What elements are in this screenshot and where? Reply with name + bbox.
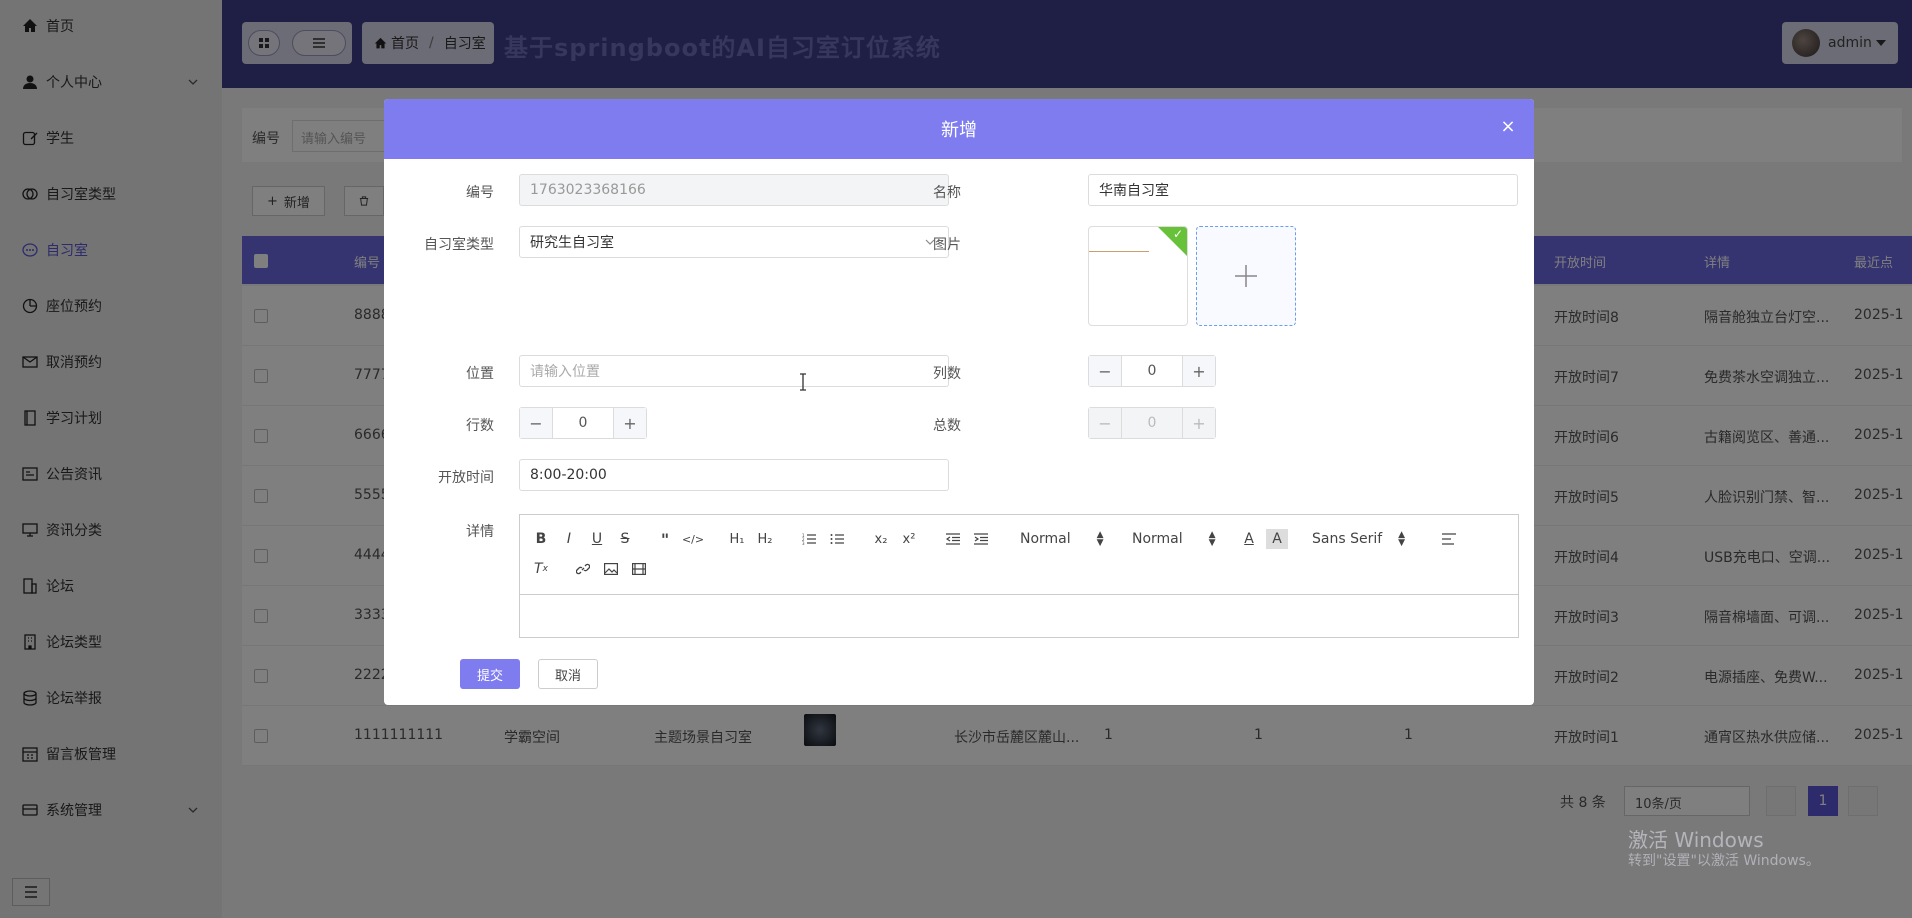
increment-button: + (1183, 408, 1215, 438)
header-format-value: Normal (1020, 531, 1071, 547)
align-icon[interactable] (1438, 529, 1460, 549)
font-color-icon[interactable]: A (1238, 529, 1260, 549)
dialog-header: 新增 (384, 99, 1534, 159)
text-cursor-icon (800, 373, 806, 391)
link-icon[interactable] (572, 559, 594, 579)
bold-icon[interactable]: B (530, 529, 552, 549)
open-time-label: 开放时间 (438, 470, 494, 486)
open-time-input[interactable]: 8:00-20:00 (519, 459, 949, 491)
columns-label: 列数 (933, 366, 961, 382)
increment-button[interactable]: + (614, 408, 646, 438)
svg-text:3: 3 (802, 541, 805, 545)
decrement-button[interactable]: − (1089, 356, 1121, 386)
windows-activation-hint: 转到"设置"以激活 Windows。 (1628, 853, 1820, 869)
decrement-button: − (1089, 408, 1121, 438)
superscript-icon[interactable]: x² (898, 529, 920, 549)
detail-label: 详情 (466, 524, 494, 540)
heading2-icon[interactable]: H₂ (754, 529, 776, 549)
updown-icon: ▲ ▼ (1398, 530, 1406, 548)
columns-value[interactable]: 0 (1121, 356, 1183, 386)
room-type-label: 自习室类型 (424, 237, 494, 253)
image-preview (1089, 251, 1149, 252)
updown-icon: ▲ ▼ (1096, 530, 1104, 548)
rows-value[interactable]: 0 (552, 408, 614, 438)
editor-toolbar: B I U S " </> H₁ H₂ 123 x₂ x² Normal ▲ ▼… (520, 515, 1518, 595)
rows-stepper[interactable]: − 0 + (519, 407, 647, 439)
upload-success-badge (1155, 227, 1187, 259)
name-input[interactable]: 华南自习室 (1088, 174, 1518, 206)
add-dialog: 新增 × 编号 1763023368166 名称 华南自习室 自习室类型 研究生… (384, 99, 1534, 705)
font-family-select[interactable]: Sans Serif ▲ ▼ (1312, 530, 1406, 548)
ordered-list-icon[interactable]: 123 (798, 529, 820, 549)
dialog-title: 新增 (941, 120, 977, 141)
subscript-icon[interactable]: x₂ (870, 529, 892, 549)
increment-button[interactable]: + (1183, 356, 1215, 386)
plus-icon (1235, 265, 1257, 287)
font-family-value: Sans Serif (1312, 531, 1383, 547)
name-label: 名称 (933, 185, 961, 201)
outdent-icon[interactable] (942, 529, 964, 549)
decrement-button[interactable]: − (520, 408, 552, 438)
italic-icon[interactable]: I (558, 529, 580, 549)
total-label: 总数 (933, 418, 961, 434)
windows-activation-watermark: 激活 Windows (1628, 828, 1764, 852)
rich-text-editor: B I U S " </> H₁ H₂ 123 x₂ x² Normal ▲ ▼… (519, 514, 1519, 638)
blockquote-icon[interactable]: " (654, 529, 676, 549)
check-icon: ✓ (1172, 227, 1183, 241)
underline-icon[interactable]: U (586, 529, 608, 549)
background-color-icon[interactable]: A (1266, 529, 1288, 549)
total-stepper: − 0 + (1088, 407, 1216, 439)
video-icon[interactable] (628, 559, 650, 579)
code-label: 编号 (466, 185, 494, 201)
uploaded-image[interactable]: ✓ (1088, 226, 1188, 326)
clear-format-icon[interactable]: Tx (530, 559, 552, 579)
image-icon[interactable] (600, 559, 622, 579)
header-format-select[interactable]: Normal ▲ ▼ (1020, 530, 1104, 548)
cancel-button[interactable]: 取消 (538, 659, 598, 689)
strikethrough-icon[interactable]: S (614, 529, 636, 549)
rows-label: 行数 (466, 418, 494, 434)
room-type-value: 研究生自习室 (530, 235, 614, 251)
code-block-icon[interactable]: </> (682, 529, 704, 549)
heading1-icon[interactable]: H₁ (726, 529, 748, 549)
location-label: 位置 (466, 366, 494, 382)
total-value: 0 (1121, 408, 1183, 438)
close-icon[interactable]: × (1500, 118, 1516, 136)
font-size-value: Normal (1132, 531, 1183, 547)
submit-button[interactable]: 提交 (460, 659, 520, 689)
bullet-list-icon[interactable] (826, 529, 848, 549)
upload-image-button[interactable] (1196, 226, 1296, 326)
image-label: 图片 (933, 237, 961, 253)
updown-icon: ▲ ▼ (1208, 530, 1216, 548)
columns-stepper[interactable]: − 0 + (1088, 355, 1216, 387)
indent-icon[interactable] (970, 529, 992, 549)
font-size-select[interactable]: Normal ▲ ▼ (1132, 530, 1216, 548)
